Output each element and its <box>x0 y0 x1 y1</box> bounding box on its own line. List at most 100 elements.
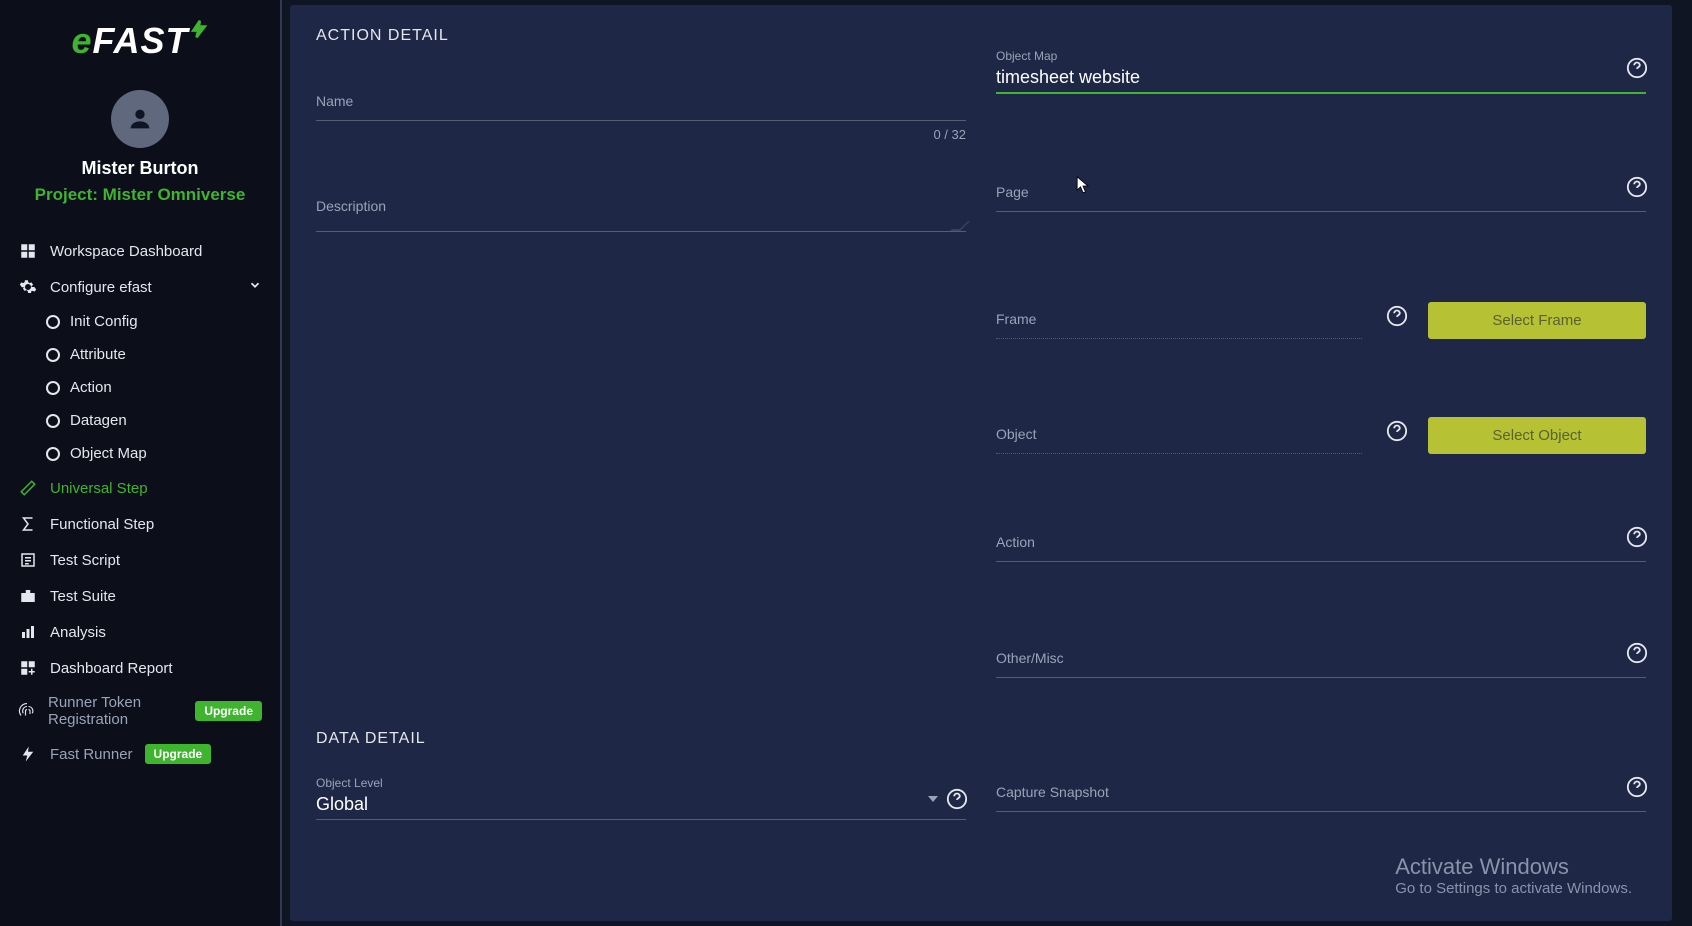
upgrade-badge[interactable]: Upgrade <box>145 744 212 764</box>
briefcase-icon <box>18 586 38 606</box>
object-field: Object Select Object <box>996 417 1646 454</box>
name-input[interactable] <box>316 93 966 121</box>
main-panel: ACTION DETAIL Name 0 / 32 Description Ob… <box>290 5 1672 921</box>
fingerprint-icon <box>18 701 36 721</box>
sidebar-item-label: Init Config <box>70 313 138 330</box>
configure-submenu: Init Config Attribute Action Datagen Obj… <box>14 305 266 470</box>
capture-snapshot-input[interactable] <box>996 784 1646 812</box>
chart-icon <box>18 622 38 642</box>
section-title-action-detail: ACTION DETAIL <box>316 27 1646 45</box>
radio-icon <box>46 414 60 428</box>
app-logo: eFAST <box>0 0 280 72</box>
sidebar-item-label: Test Script <box>50 552 120 569</box>
sidebar-item-universal-step[interactable]: Universal Step <box>14 470 266 506</box>
bolt-icon <box>18 744 38 764</box>
object-map-input[interactable] <box>996 65 1646 94</box>
object-level-value: Global <box>316 794 368 814</box>
sidebar-item-label: Fast Runner <box>50 746 133 763</box>
sidebar-nav: Workspace Dashboard Configure efast Init… <box>0 233 280 772</box>
sidebar-item-workspace-dashboard[interactable]: Workspace Dashboard <box>14 233 266 269</box>
help-icon[interactable] <box>1626 176 1648 198</box>
chevron-down-icon <box>248 278 262 296</box>
section-title-data-detail: DATA DETAIL <box>316 730 1646 748</box>
right-column-data: Capture Snapshot <box>996 778 1646 820</box>
left-column-data: Object Level Global <box>316 778 966 820</box>
sidebar: eFAST Mister Burton Project: Mister Omni… <box>0 0 282 926</box>
windows-activation-sub: Go to Settings to activate Windows. <box>1395 880 1632 897</box>
other-misc-field: Other/Misc <box>996 650 1646 678</box>
help-icon[interactable] <box>1626 642 1648 664</box>
chevron-down-icon <box>928 796 938 802</box>
sidebar-item-functional-step[interactable]: Functional Step <box>14 506 266 542</box>
sidebar-item-label: Action <box>70 379 112 396</box>
name-field: Name 0 / 32 <box>316 93 966 142</box>
sidebar-item-configure-efast[interactable]: Configure efast <box>14 269 266 305</box>
object-input[interactable] <box>996 426 1362 454</box>
grid-plus-icon <box>18 658 38 678</box>
description-input[interactable] <box>316 198 966 232</box>
windows-activation-watermark: Activate Windows Go to Settings to activ… <box>1395 854 1632 897</box>
help-icon[interactable] <box>946 788 968 810</box>
sidebar-item-label: Workspace Dashboard <box>50 243 202 260</box>
avatar[interactable] <box>111 90 169 148</box>
resize-handle-icon[interactable] <box>954 220 966 232</box>
sigma-icon <box>18 514 38 534</box>
help-icon[interactable] <box>1626 776 1648 798</box>
sidebar-item-label: Configure efast <box>50 279 152 296</box>
left-column: Name 0 / 32 Description <box>316 79 966 678</box>
frame-input[interactable] <box>996 311 1362 339</box>
sidebar-item-init-config[interactable]: Init Config <box>42 305 266 338</box>
gear-icon <box>18 277 38 297</box>
sidebar-item-analysis[interactable]: Analysis <box>14 614 266 650</box>
action-field: Action <box>996 534 1646 562</box>
dashboard-icon <box>18 241 38 261</box>
page-field: Page <box>996 184 1646 212</box>
right-column: Object Map Page Frame Select Frame <box>996 79 1646 678</box>
edit-icon <box>18 478 38 498</box>
sidebar-item-label: Attribute <box>70 346 126 363</box>
help-icon[interactable] <box>1386 420 1408 442</box>
sidebar-item-action[interactable]: Action <box>42 371 266 404</box>
windows-activation-title: Activate Windows <box>1395 854 1632 880</box>
object-level-field: Object Level Global <box>316 792 966 820</box>
sidebar-item-dashboard-report[interactable]: Dashboard Report <box>14 650 266 686</box>
select-frame-button[interactable]: Select Frame <box>1428 302 1646 339</box>
help-icon[interactable] <box>1626 57 1648 79</box>
sidebar-item-attribute[interactable]: Attribute <box>42 338 266 371</box>
object-map-field: Object Map <box>996 65 1646 94</box>
sidebar-item-label: Object Map <box>70 445 147 462</box>
sidebar-item-label: Dashboard Report <box>50 660 173 677</box>
object-level-select[interactable]: Global <box>316 792 966 820</box>
user-name: Mister Burton <box>0 158 280 185</box>
capture-snapshot-field: Capture Snapshot <box>996 784 1646 812</box>
description-field: Description <box>316 198 966 232</box>
sidebar-item-runner-token[interactable]: Runner Token Registration Upgrade <box>14 686 266 736</box>
page-input[interactable] <box>996 184 1646 212</box>
sidebar-item-test-suite[interactable]: Test Suite <box>14 578 266 614</box>
help-icon[interactable] <box>1386 305 1408 327</box>
action-input[interactable] <box>996 534 1646 562</box>
radio-icon <box>46 447 60 461</box>
upgrade-badge[interactable]: Upgrade <box>195 701 262 721</box>
sidebar-item-object-map[interactable]: Object Map <box>42 437 266 470</box>
sidebar-item-label: Universal Step <box>50 480 148 497</box>
sidebar-item-label: Analysis <box>50 624 106 641</box>
object-map-label: Object Map <box>996 49 1057 63</box>
radio-icon <box>46 381 60 395</box>
frame-field: Frame Select Frame <box>996 302 1646 339</box>
sidebar-item-label: Runner Token Registration <box>48 694 183 728</box>
radio-icon <box>46 315 60 329</box>
radio-icon <box>46 348 60 362</box>
help-icon[interactable] <box>1626 526 1648 548</box>
select-object-button[interactable]: Select Object <box>1428 417 1646 454</box>
project-name: Project: Mister Omniverse <box>0 185 280 233</box>
sidebar-item-label: Test Suite <box>50 588 116 605</box>
sidebar-item-label: Functional Step <box>50 516 154 533</box>
other-misc-input[interactable] <box>996 650 1646 678</box>
sidebar-item-test-script[interactable]: Test Script <box>14 542 266 578</box>
sidebar-item-fast-runner[interactable]: Fast Runner Upgrade <box>14 736 266 772</box>
object-level-label: Object Level <box>316 776 383 790</box>
list-icon <box>18 550 38 570</box>
sidebar-item-datagen[interactable]: Datagen <box>42 404 266 437</box>
sidebar-item-label: Datagen <box>70 412 127 429</box>
